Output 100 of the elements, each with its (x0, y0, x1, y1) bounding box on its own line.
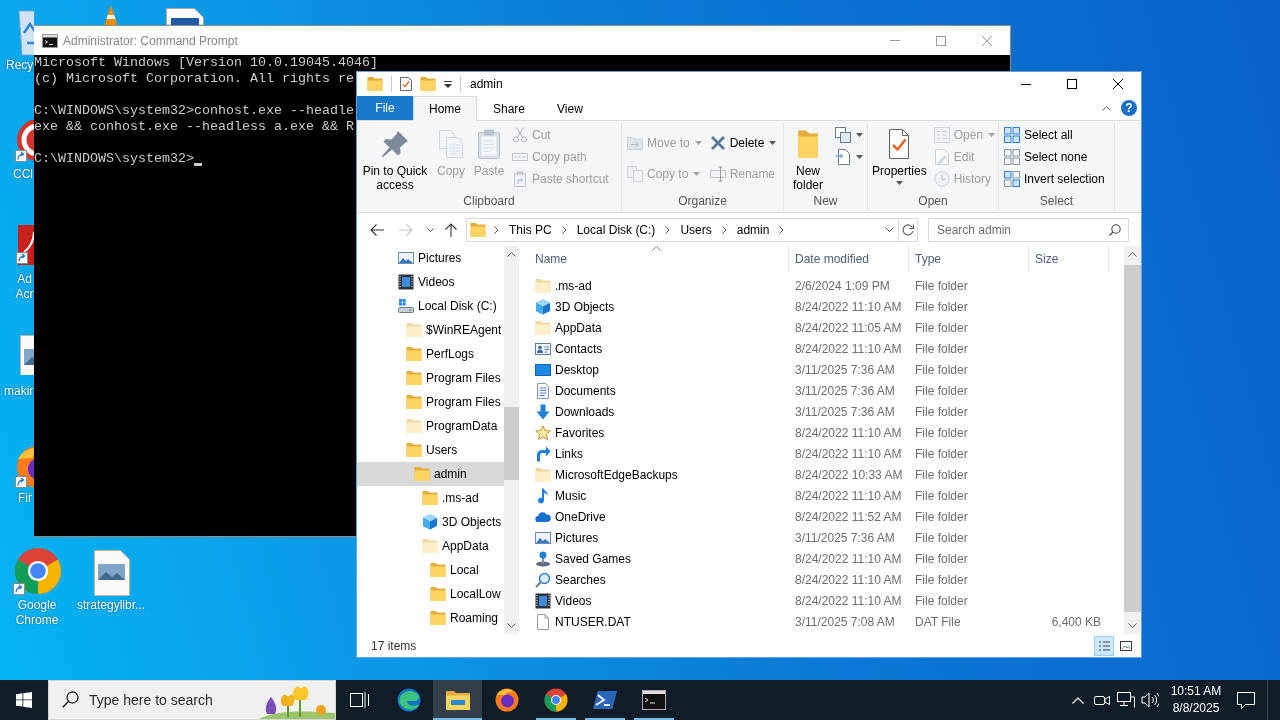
pin-button[interactable]: Pin to Quick access (359, 124, 431, 192)
taskbar-button[interactable] (433, 680, 482, 720)
tree-item[interactable]: Local (430, 558, 479, 582)
select-all-button[interactable]: Select all (1001, 124, 1108, 146)
scroll-up-icon[interactable] (1128, 252, 1137, 257)
delete-button[interactable]: Delete (706, 132, 780, 154)
windows-logo-icon[interactable] (16, 692, 32, 708)
tree-item[interactable]: Roaming (430, 606, 499, 630)
search-icon[interactable] (62, 691, 79, 708)
tree-item[interactable]: Pictures (398, 246, 462, 270)
chevron-icon[interactable] (779, 225, 785, 234)
column-header[interactable]: Type (909, 246, 1029, 272)
folder-icon (406, 442, 422, 458)
tree-item[interactable]: AppData (422, 534, 489, 558)
dropdown-caret-icon[interactable] (885, 227, 894, 232)
console-text: Microsoft Windows [Version 10.0.19045.4046] (34, 55, 378, 71)
image-file-icon[interactable] (20, 335, 34, 375)
ribbon-tab[interactable]: Home (413, 96, 477, 121)
tree-item[interactable]: Videos (398, 270, 455, 294)
up-arrow-icon[interactable] (445, 222, 457, 237)
properties-button[interactable]: Properties (870, 124, 929, 185)
tree-item[interactable]: PerfLogs (406, 342, 475, 366)
tree-item[interactable]: Program Files (406, 366, 501, 390)
tree-item[interactable]: .ms-ad (422, 486, 479, 510)
speaker-icon[interactable] (1141, 692, 1159, 708)
file-name[interactable]: Searches (555, 572, 606, 587)
file-name[interactable]: AppData (555, 320, 602, 335)
caret-icon[interactable] (444, 80, 452, 88)
tree-item[interactable]: ProgramData (406, 414, 498, 438)
ribbon-tab[interactable]: View (541, 96, 599, 120)
modified-date: 8/24/2022 11:10 AM (795, 593, 902, 608)
checked-page-icon[interactable] (400, 77, 412, 91)
chevron-icon[interactable] (561, 225, 567, 234)
scroll-down-icon[interactable] (1128, 623, 1137, 628)
caret-icon[interactable] (427, 227, 434, 232)
search-icon[interactable] (1109, 223, 1121, 236)
task-view-icon[interactable] (350, 691, 370, 709)
close-icon[interactable] (1113, 79, 1123, 89)
maximize-icon[interactable] (1067, 79, 1077, 89)
column-header[interactable]: Date modified (789, 246, 909, 272)
chevron-icon[interactable] (494, 225, 499, 234)
column-header[interactable]: Name (524, 246, 789, 272)
tree-item[interactable]: Local Disk (C:) (398, 294, 497, 318)
document-icon[interactable] (166, 8, 204, 25)
scroll-up-icon[interactable] (507, 252, 516, 257)
file-name[interactable]: Downloads (555, 404, 615, 419)
address-bar[interactable]: This PC Local Disk (C:) Users admin (466, 217, 899, 242)
breadcrumb[interactable]: Local Disk (C:) (574, 222, 658, 237)
clock-date[interactable]: 8/8/2025 (1172, 700, 1220, 717)
tree-item[interactable]: admin (357, 462, 504, 486)
back-arrow-icon[interactable] (370, 223, 384, 236)
file-name[interactable]: Documents (555, 383, 616, 398)
breadcrumb[interactable]: This PC (507, 222, 554, 237)
chevron-icon[interactable] (665, 225, 671, 234)
tree-item[interactable]: 3D Objects (422, 510, 502, 534)
tree-item[interactable]: $WinREAgent (406, 318, 502, 342)
search-field[interactable]: Type here to search (48, 680, 336, 720)
chevron-icon[interactable] (721, 225, 727, 234)
column-header[interactable]: Size (1029, 246, 1109, 272)
refresh-icon[interactable] (902, 223, 914, 236)
recycle-bin-icon[interactable] (17, 7, 34, 57)
breadcrumb[interactable]: admin (734, 222, 772, 237)
file-name[interactable]: Music (555, 488, 587, 503)
file-name[interactable]: MicrosoftEdgeBackups (555, 467, 678, 482)
file-name[interactable]: Desktop (555, 362, 600, 377)
file-name[interactable]: Favorites (555, 425, 605, 440)
notification-icon[interactable] (1237, 691, 1255, 709)
file-menu-tab[interactable]: File (357, 96, 413, 120)
camera-icon[interactable] (1094, 693, 1110, 707)
image-file-icon[interactable] (94, 550, 130, 596)
file-type: File folder (915, 404, 968, 419)
scroll-down-icon[interactable] (507, 623, 516, 628)
ribbon-tab[interactable]: Share (477, 96, 542, 120)
help-button[interactable]: ? (1121, 100, 1137, 116)
select-none-button[interactable]: Select none (1001, 146, 1108, 168)
tree-item[interactable]: LocalLow (430, 582, 501, 606)
file-name[interactable]: Contacts (555, 341, 603, 356)
file-name[interactable]: Saved Games (555, 551, 632, 566)
clock-time[interactable]: 10:51 AM (1170, 683, 1222, 700)
file-name[interactable]: OneDrive (555, 509, 606, 524)
file-name[interactable]: Pictures (555, 530, 599, 545)
file-name[interactable]: Videos (555, 593, 592, 608)
scrollbar-thumb[interactable] (504, 407, 519, 480)
tree-item[interactable]: Program Files (406, 390, 501, 414)
new-item-button[interactable] (832, 124, 866, 146)
caret-icon (693, 172, 701, 176)
document-shortcut-icon[interactable] (15, 224, 34, 266)
tree-item[interactable]: Users (406, 438, 458, 462)
file-name[interactable]: .ms-ad (555, 278, 592, 293)
invert-selection-button[interactable]: Invert selection (1001, 168, 1108, 190)
file-name[interactable]: NTUSER.DAT (555, 614, 631, 629)
minimize-icon[interactable] (1021, 83, 1031, 85)
file-name[interactable]: Links (555, 446, 583, 461)
caret-icon (895, 181, 903, 185)
new-folder-button[interactable]: New folder (786, 124, 830, 192)
network-icon[interactable] (1117, 692, 1135, 708)
search-field[interactable]: Search admin (928, 217, 1129, 242)
browser-shortcut-icon[interactable] (12, 546, 62, 596)
file-name[interactable]: 3D Objects (555, 299, 615, 314)
breadcrumb[interactable]: Users (678, 222, 714, 237)
